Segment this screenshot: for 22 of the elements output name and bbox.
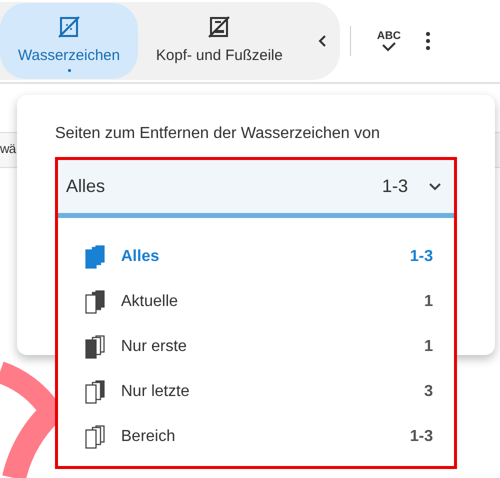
chevron-left-icon[interactable] — [318, 34, 328, 48]
more-icon[interactable] — [424, 31, 431, 51]
page-icon — [208, 14, 230, 39]
document-text: wä — [0, 141, 16, 156]
panel-label: Seiten zum Entfernen der Wasserzeichen von — [55, 124, 380, 144]
dropdown-option[interactable]: Alles 1-3 — [58, 234, 454, 279]
spellcheck-button[interactable]: ABC — [377, 30, 401, 52]
check-icon — [380, 42, 397, 52]
dropdown-option[interactable]: Bereich 1-3 — [58, 414, 454, 459]
pages-icon — [84, 244, 106, 268]
dropdown-option[interactable]: Aktuelle 1 — [58, 279, 454, 324]
dropdown-option[interactable]: Nur letzte 3 — [58, 369, 454, 414]
pages-icon — [84, 290, 106, 314]
dropdown-field[interactable]: Alles 1-3 — [58, 160, 454, 218]
dropdown-option[interactable]: Nur erste 1 — [58, 324, 454, 369]
tab[interactable]: Wasserzeichen — [0, 3, 138, 79]
tab[interactable]: Kopf- und Fußzeile — [138, 3, 301, 79]
pages-icon — [84, 380, 106, 404]
pages-icon — [84, 424, 106, 448]
chevron-down-icon — [428, 182, 442, 192]
watermark-icon — [58, 14, 80, 39]
pages-icon — [84, 334, 106, 358]
